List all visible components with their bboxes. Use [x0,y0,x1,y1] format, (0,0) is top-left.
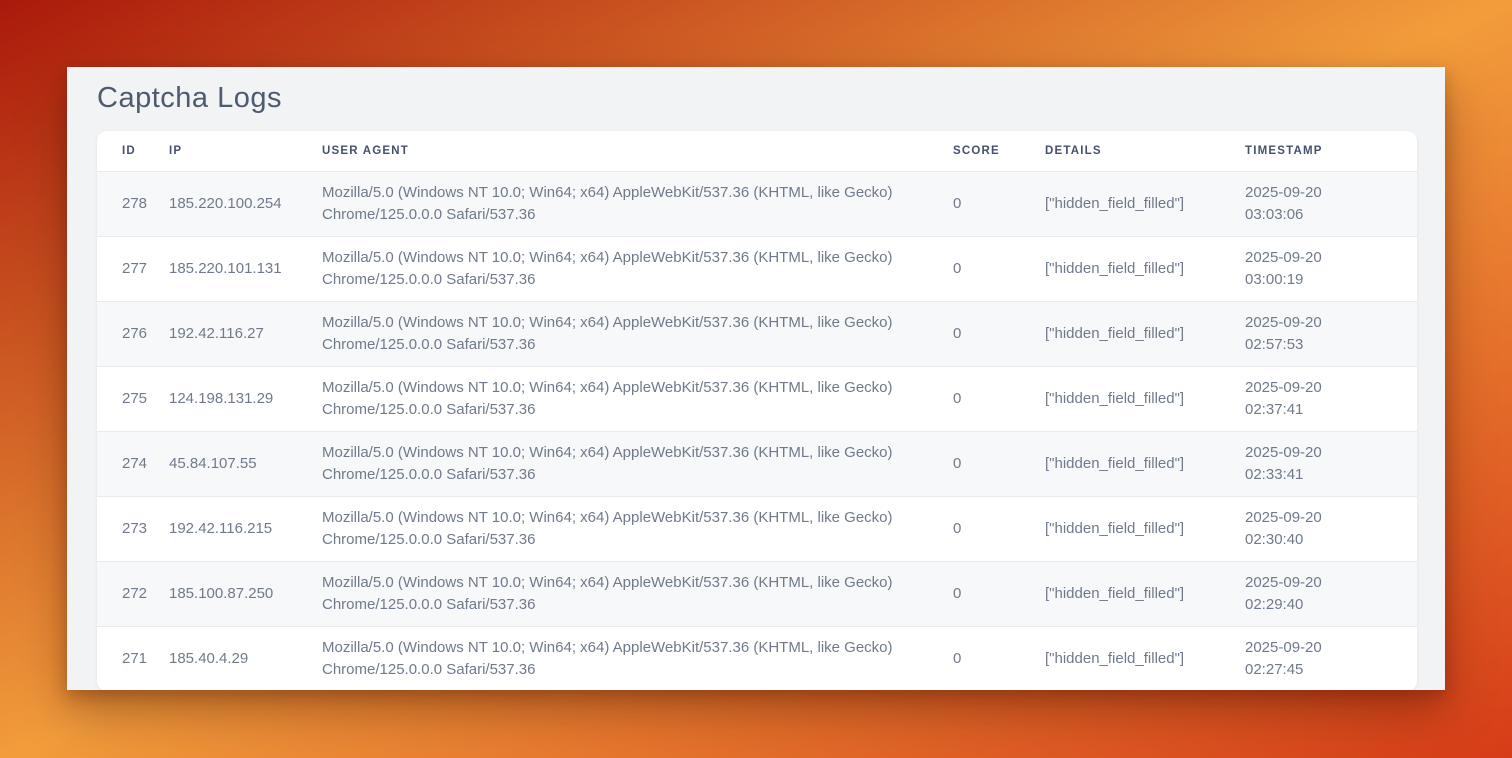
cell-ip: 185.220.100.254 [169,193,322,215]
table-row: 273192.42.116.215Mozilla/5.0 (Windows NT… [97,496,1417,561]
cell-user-agent: Mozilla/5.0 (Windows NT 10.0; Win64; x64… [322,572,953,616]
cell-ip: 45.84.107.55 [169,453,322,475]
table-header-row: ID IP USER AGENT SCORE DETAILS TIMESTAMP [97,131,1417,171]
cell-id: 275 [97,388,169,410]
cell-id: 272 [97,583,169,605]
table-row: 275124.198.131.29Mozilla/5.0 (Windows NT… [97,366,1417,431]
table-row: 27445.84.107.55Mozilla/5.0 (Windows NT 1… [97,431,1417,496]
cell-score: 0 [953,518,1045,540]
captcha-logs-card: Captcha Logs ID IP USER AGENT SCORE DETA… [67,67,1445,690]
table-row: 272185.100.87.250Mozilla/5.0 (Windows NT… [97,561,1417,626]
captcha-logs-table: ID IP USER AGENT SCORE DETAILS TIMESTAMP… [97,131,1417,690]
cell-user-agent: Mozilla/5.0 (Windows NT 10.0; Win64; x64… [322,247,953,291]
cell-id: 278 [97,193,169,215]
cell-user-agent: Mozilla/5.0 (Windows NT 10.0; Win64; x64… [322,442,953,486]
column-header-id: ID [97,145,169,157]
cell-ip: 192.42.116.27 [169,323,322,345]
cell-user-agent: Mozilla/5.0 (Windows NT 10.0; Win64; x64… [322,637,953,681]
table-header: ID IP USER AGENT SCORE DETAILS TIMESTAMP [97,131,1417,171]
cell-timestamp: 2025-09-20 02:37:41 [1245,377,1417,421]
cell-score: 0 [953,388,1045,410]
cell-timestamp: 2025-09-20 02:57:53 [1245,312,1417,356]
column-header-details: DETAILS [1045,145,1245,157]
cell-id: 277 [97,258,169,280]
cell-details: ["hidden_field_filled"] [1045,453,1245,475]
cell-score: 0 [953,323,1045,345]
table-row: 278185.220.100.254Mozilla/5.0 (Windows N… [97,171,1417,236]
cell-score: 0 [953,453,1045,475]
cell-timestamp: 2025-09-20 02:33:41 [1245,442,1417,486]
cell-ip: 124.198.131.29 [169,388,322,410]
cell-id: 276 [97,323,169,345]
cell-user-agent: Mozilla/5.0 (Windows NT 10.0; Win64; x64… [322,377,953,421]
cell-id: 271 [97,648,169,670]
cell-score: 0 [953,583,1045,605]
table-row: 271185.40.4.29Mozilla/5.0 (Windows NT 10… [97,626,1417,690]
column-header-user-agent: USER AGENT [322,145,953,157]
cell-score: 0 [953,258,1045,280]
table-row: 277185.220.101.131Mozilla/5.0 (Windows N… [97,236,1417,301]
cell-timestamp: 2025-09-20 02:27:45 [1245,637,1417,681]
cell-user-agent: Mozilla/5.0 (Windows NT 10.0; Win64; x64… [322,507,953,551]
page-title: Captcha Logs [97,82,282,115]
table-row: 276192.42.116.27Mozilla/5.0 (Windows NT … [97,301,1417,366]
cell-timestamp: 2025-09-20 02:30:40 [1245,507,1417,551]
cell-details: ["hidden_field_filled"] [1045,388,1245,410]
cell-details: ["hidden_field_filled"] [1045,583,1245,605]
column-header-timestamp: TIMESTAMP [1245,145,1417,157]
cell-timestamp: 2025-09-20 03:03:06 [1245,182,1417,226]
cell-score: 0 [953,193,1045,215]
cell-details: ["hidden_field_filled"] [1045,518,1245,540]
cell-timestamp: 2025-09-20 02:29:40 [1245,572,1417,616]
cell-ip: 185.220.101.131 [169,258,322,280]
cell-ip: 192.42.116.215 [169,518,322,540]
table-body: 278185.220.100.254Mozilla/5.0 (Windows N… [97,171,1417,690]
cell-ip: 185.100.87.250 [169,583,322,605]
cell-details: ["hidden_field_filled"] [1045,323,1245,345]
cell-id: 273 [97,518,169,540]
cell-score: 0 [953,648,1045,670]
column-header-score: SCORE [953,145,1045,157]
cell-user-agent: Mozilla/5.0 (Windows NT 10.0; Win64; x64… [322,182,953,226]
cell-user-agent: Mozilla/5.0 (Windows NT 10.0; Win64; x64… [322,312,953,356]
cell-details: ["hidden_field_filled"] [1045,193,1245,215]
cell-timestamp: 2025-09-20 03:00:19 [1245,247,1417,291]
cell-ip: 185.40.4.29 [169,648,322,670]
cell-details: ["hidden_field_filled"] [1045,258,1245,280]
cell-id: 274 [97,453,169,475]
cell-details: ["hidden_field_filled"] [1045,648,1245,670]
column-header-ip: IP [169,145,322,157]
